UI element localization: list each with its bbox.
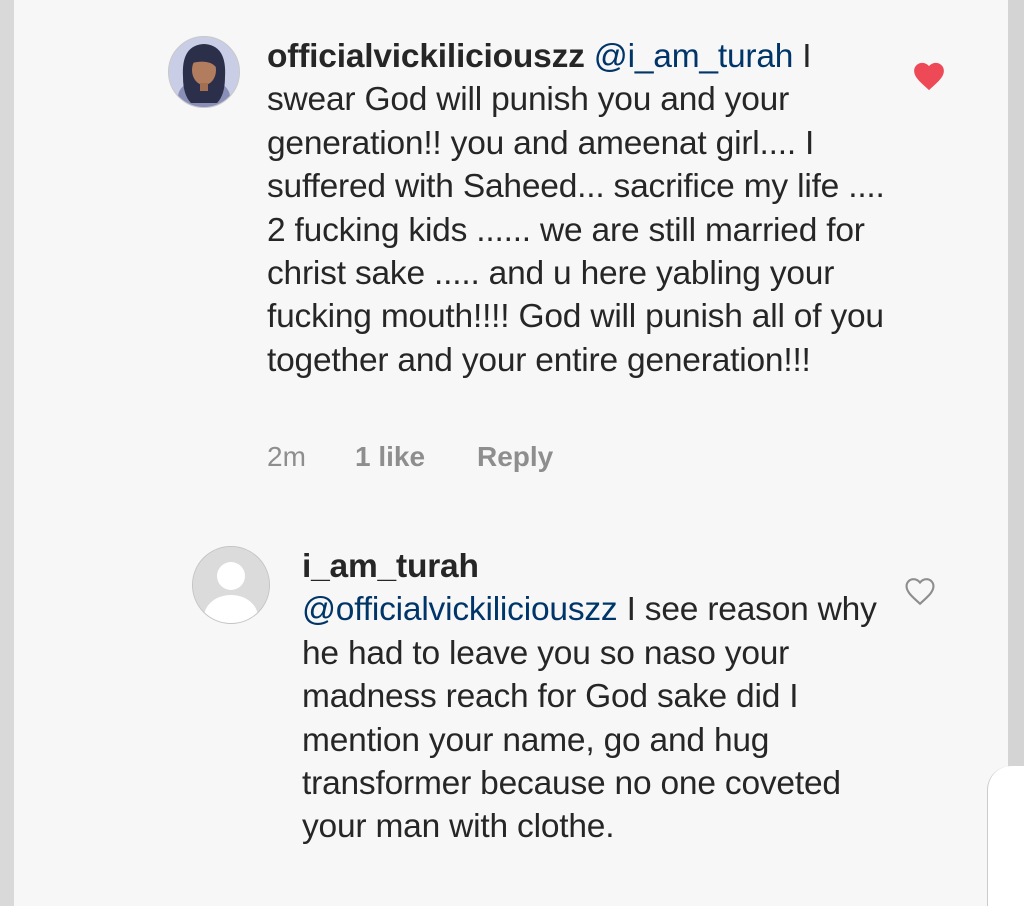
heart-outline-icon[interactable] [903,575,937,607]
avatar[interactable] [168,36,240,108]
comment-username[interactable]: officialvickiliciouszz [267,38,585,75]
like-count[interactable]: 1 like [355,441,477,473]
comment-body: i_am_turah @officialvickiliciouszz I see… [302,545,882,849]
mention-link[interactable]: @i_am_turah [594,38,794,75]
mention-link[interactable]: @officialvickiliciouszz [302,591,618,628]
profile-photo-icon [169,37,239,107]
corner-overlay [987,766,1024,906]
comment-message: I see reason why he had to leave you so … [302,591,877,846]
avatar[interactable] [192,546,270,624]
comment-body: officialvickiliciouszz @i_am_turah I swe… [267,35,907,382]
reply-button[interactable]: Reply [477,441,553,473]
comment-message: I swear God will punish you and your gen… [267,38,885,379]
comment-timestamp: 2m [267,441,306,472]
left-frame-edge [0,0,14,906]
comment-meta: 2m 1 like Reply [267,441,553,473]
comment-username[interactable]: i_am_turah [302,545,882,588]
default-avatar-icon [193,547,269,623]
heart-filled-icon[interactable] [912,60,946,92]
